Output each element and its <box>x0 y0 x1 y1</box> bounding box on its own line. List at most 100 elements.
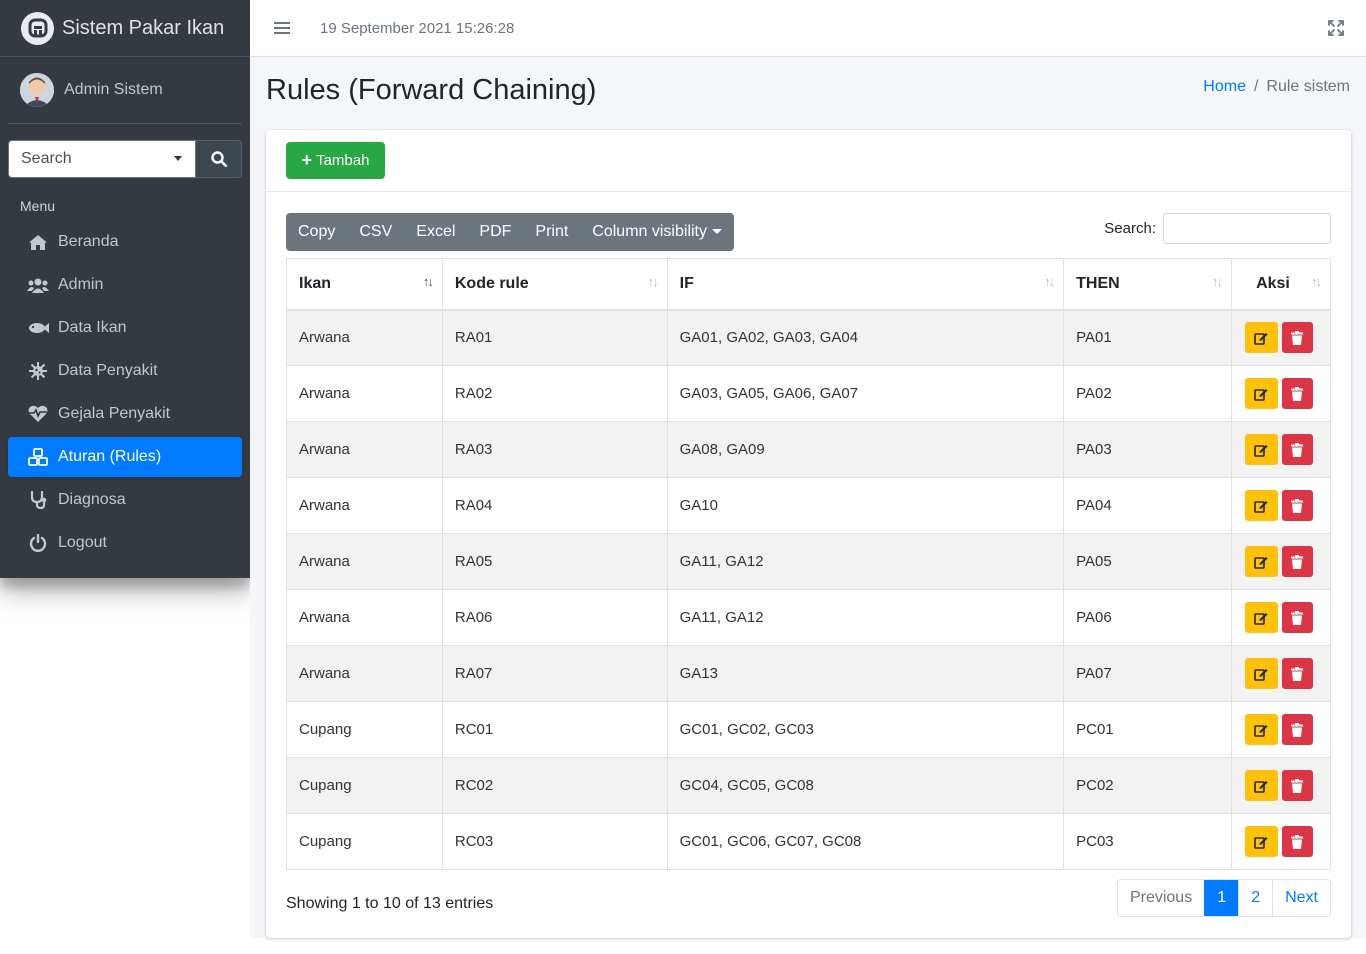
sidebar-item-admin[interactable]: Admin <box>8 265 242 305</box>
edit-button[interactable] <box>1244 714 1278 745</box>
column-header-kode-rule[interactable]: Kode rule ↑↓ <box>441 258 668 311</box>
sidebar-search: Search <box>8 140 242 178</box>
cell-kode-rule: RA05 <box>441 533 668 590</box>
edit-button[interactable] <box>1244 378 1278 409</box>
edit-button[interactable] <box>1244 434 1278 465</box>
cell-kode-rule: RA04 <box>441 477 668 534</box>
add-rule-label: Tambah <box>316 152 370 169</box>
edit-button[interactable] <box>1244 490 1278 521</box>
users-icon <box>26 275 50 295</box>
sidebar-item-beranda[interactable]: Beranda <box>8 222 242 262</box>
edit-button[interactable] <box>1244 658 1278 689</box>
cell-then: PA04 <box>1063 477 1232 534</box>
pagination-page-1[interactable]: 1 <box>1204 880 1239 916</box>
sidebar-item-gejala-penyakit[interactable]: Gejala Penyakit <box>8 394 242 434</box>
sidebar-item-label: Aturan (Rules) <box>58 448 162 465</box>
edit-button[interactable] <box>1244 770 1278 801</box>
breadcrumb-current: Rule sistem <box>1266 78 1350 95</box>
edit-icon <box>1254 388 1268 401</box>
trash-icon <box>1291 330 1304 345</box>
sidebar-item-data-penyakit[interactable]: Data Penyakit <box>8 351 242 391</box>
column-header-label: Aksi <box>1256 274 1290 292</box>
print-button[interactable]: Print <box>523 213 580 251</box>
sidebar-search-placeholder: Search <box>21 150 72 167</box>
delete-button[interactable] <box>1281 714 1313 745</box>
edit-button[interactable] <box>1244 826 1278 857</box>
cell-kode-rule: RC03 <box>441 813 668 870</box>
column-header-ikan[interactable]: Ikan ↑↓ <box>286 258 443 311</box>
delete-button[interactable] <box>1281 546 1313 577</box>
cell-kode-rule: RA07 <box>441 645 668 702</box>
sidebar-item-label: Data Penyakit <box>58 362 158 379</box>
column-header-then[interactable]: THEN ↑↓ <box>1063 258 1232 311</box>
delete-button[interactable] <box>1281 434 1313 465</box>
sort-icon: ↑↓ <box>1211 274 1223 289</box>
sidebar-item-data-ikan[interactable]: Data Ikan <box>8 308 242 348</box>
brand-link[interactable]: Sistem Pakar Ikan <box>0 0 250 57</box>
table-row: Cupang RC01 GC01, GC02, GC03 PC01 <box>286 701 1332 758</box>
pagination-page-2[interactable]: 2 <box>1238 880 1272 916</box>
edit-button[interactable] <box>1244 602 1278 633</box>
add-rule-button[interactable]: + Tambah <box>286 142 385 179</box>
cell-then: PC02 <box>1063 757 1232 814</box>
csv-button[interactable]: CSV <box>347 213 404 251</box>
cell-if: GA01, GA02, GA03, GA04 <box>666 309 1065 366</box>
edit-icon <box>1254 668 1268 681</box>
delete-button[interactable] <box>1281 770 1313 801</box>
delete-button[interactable] <box>1281 378 1313 409</box>
cell-then: PA07 <box>1063 645 1232 702</box>
cell-ikan: Arwana <box>286 309 443 366</box>
sidebar: Sistem Pakar Ikan Admin Sistem Search Me… <box>0 0 250 578</box>
sidebar-item-logout[interactable]: Logout <box>8 523 242 563</box>
delete-button[interactable] <box>1281 826 1313 857</box>
hamburger-menu-icon[interactable] <box>274 22 290 34</box>
cell-ikan: Arwana <box>286 477 443 534</box>
cell-aksi <box>1230 533 1332 590</box>
pagination-next[interactable]: Next <box>1272 880 1330 916</box>
sidebar-search-button[interactable] <box>196 140 242 178</box>
delete-button[interactable] <box>1281 322 1313 354</box>
edit-button[interactable] <box>1244 322 1278 354</box>
fullscreen-icon[interactable] <box>1328 20 1344 36</box>
trash-icon <box>1291 498 1304 513</box>
cell-then: PA06 <box>1063 589 1232 646</box>
table-row: Arwana RA02 GA03, GA05, GA06, GA07 PA02 <box>286 365 1332 422</box>
pdf-button[interactable]: PDF <box>467 213 523 251</box>
sort-icon: ↑↓ <box>1044 274 1055 289</box>
user-panel[interactable]: Admin Sistem <box>8 57 242 124</box>
cell-kode-rule: RC01 <box>441 701 668 758</box>
sidebar-item-aturan-rules[interactable]: Aturan (Rules) <box>8 437 242 477</box>
cell-ikan: Cupang <box>286 757 443 814</box>
column-header-label: THEN <box>1076 274 1120 292</box>
column-header-if[interactable]: IF ↑↓ <box>666 258 1065 311</box>
content-wrapper: Rules (Forward Chaining) Home / Rule siste… <box>250 57 1366 938</box>
delete-button[interactable] <box>1281 602 1313 633</box>
copy-button[interactable]: Copy <box>286 213 347 251</box>
table-search-input[interactable] <box>1163 213 1331 244</box>
brand-title: Sistem Pakar Ikan <box>62 16 225 39</box>
sidebar-item-label: Admin <box>58 276 104 293</box>
breadcrumb-home-link[interactable]: Home <box>1203 78 1246 95</box>
column-header-aksi[interactable]: Aksi ↑↓ <box>1230 258 1332 311</box>
trash-icon <box>1291 834 1304 849</box>
sidebar-item-diagnosa[interactable]: Diagnosa <box>8 480 242 520</box>
brand-logo-icon <box>21 11 54 45</box>
delete-button[interactable] <box>1281 658 1313 689</box>
home-icon <box>26 232 50 252</box>
table-row: Arwana RA04 GA10 PA04 <box>286 477 1332 534</box>
sidebar-search-input[interactable]: Search <box>8 140 196 178</box>
cell-if: GA13 <box>666 645 1065 702</box>
breadcrumb-separator: / <box>1253 78 1259 95</box>
cell-aksi <box>1230 365 1332 422</box>
delete-button[interactable] <box>1281 490 1313 521</box>
edit-button[interactable] <box>1244 546 1278 577</box>
excel-button[interactable]: Excel <box>404 213 467 251</box>
table-row: Cupang RC03 GC01, GC06, GC07, GC08 PC03 <box>286 813 1332 870</box>
cell-kode-rule: RA02 <box>441 365 668 422</box>
pagination-previous[interactable]: Previous <box>1118 880 1204 916</box>
cell-aksi <box>1230 813 1332 870</box>
column-visibility-button[interactable]: Column visibility <box>580 213 734 251</box>
fish-icon <box>26 318 50 338</box>
topbar-datetime: 19 September 2021 15:26:28 <box>320 19 515 37</box>
sidebar-item-label: Beranda <box>58 233 119 250</box>
